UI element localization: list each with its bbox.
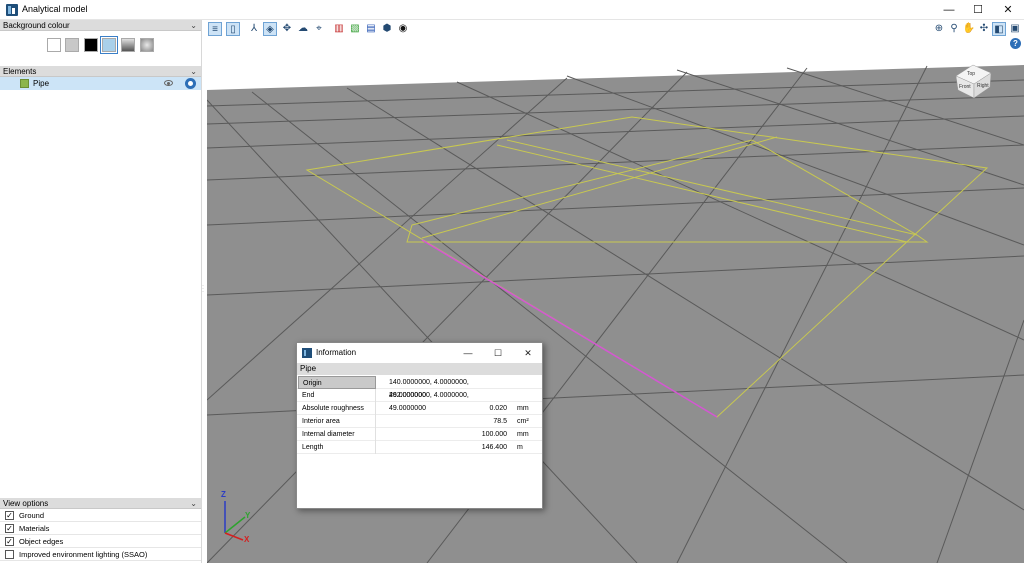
property-name: Origin bbox=[298, 376, 376, 389]
rotate-icon[interactable]: ✣ bbox=[977, 22, 991, 36]
view-option-materials[interactable]: ✓ Materials bbox=[0, 522, 201, 535]
property-value: 146.400 bbox=[481, 444, 507, 451]
property-value: 78.5 bbox=[493, 418, 507, 425]
eye-cloud-icon[interactable]: ☁ bbox=[296, 22, 310, 36]
viewport-toolbar-right: ⊕ ⚲ ✋ ✣ ◧ ▣ bbox=[932, 22, 1024, 38]
property-value: 100.000 bbox=[481, 431, 507, 438]
box-icon[interactable]: ⬢ bbox=[380, 22, 394, 36]
dialog-title: Information bbox=[316, 348, 357, 357]
view-icon[interactable]: ◧ bbox=[992, 22, 1006, 36]
swatch-light-gray[interactable] bbox=[65, 38, 79, 52]
materials-checkbox[interactable]: ✓ bbox=[5, 524, 14, 533]
viewport-toolbar-left: ≡ ▯ ⅄ ◈ ✥ ☁ ⌖ ▥ ▧ ▤ ⬢ ◉ bbox=[207, 22, 417, 38]
swatch-black[interactable] bbox=[84, 38, 98, 52]
elements-label: Elements bbox=[3, 67, 37, 76]
option-label: Improved environment lighting (SSAO) bbox=[19, 550, 148, 559]
chevron-down-icon[interactable]: ⌄ bbox=[190, 66, 197, 77]
property-row-length[interactable]: Length 146.400 m bbox=[297, 441, 542, 454]
property-row-interior-area[interactable]: Interior area 78.5 cm² bbox=[297, 415, 542, 428]
viewcube-front-label: Front bbox=[959, 84, 971, 90]
zoom-icon[interactable]: ⚲ bbox=[947, 22, 961, 36]
swatch-radial-gradient[interactable] bbox=[140, 38, 154, 52]
maximize-button[interactable]: ☐ bbox=[964, 0, 992, 20]
visibility-icon[interactable]: ◉ bbox=[396, 22, 410, 36]
viewcube-right-label: Right bbox=[977, 83, 989, 89]
z-axis-label: Z bbox=[221, 490, 226, 499]
pan-icon[interactable]: ✋ bbox=[962, 22, 976, 36]
title-bar: Analytical model — ☐ ✕ bbox=[0, 0, 1024, 20]
axes-icon[interactable]: ⅄ bbox=[247, 22, 261, 36]
help-icon[interactable]: ? bbox=[1010, 38, 1021, 49]
move-icon[interactable]: ✥ bbox=[280, 22, 294, 36]
page-icon[interactable]: ▯ bbox=[226, 22, 240, 36]
layers-icon[interactable]: ≡ bbox=[208, 22, 222, 36]
property-row-internal-diameter[interactable]: Internal diameter 100.000 mm bbox=[297, 428, 542, 441]
element-label: Pipe bbox=[33, 79, 50, 88]
viewcube-top-label: Top bbox=[967, 71, 975, 77]
section-blue-icon[interactable]: ▤ bbox=[364, 22, 378, 36]
view-options-header[interactable]: View options ⌄ bbox=[0, 498, 201, 509]
property-name: Internal diameter bbox=[298, 428, 376, 441]
dialog-title-bar[interactable]: Information — ☐ ✕ bbox=[297, 343, 542, 363]
property-name: Length bbox=[298, 441, 376, 454]
property-value: 0.020 bbox=[489, 405, 507, 412]
ssao-checkbox[interactable] bbox=[5, 550, 14, 559]
swatch-white[interactable] bbox=[47, 38, 61, 52]
view-options-label: View options bbox=[3, 499, 49, 508]
dialog-minimize-button[interactable]: — bbox=[457, 345, 479, 361]
y-axis-label: Y bbox=[245, 511, 251, 520]
swatch-light-blue[interactable] bbox=[100, 36, 118, 54]
app-icon bbox=[302, 348, 312, 358]
section-green-icon[interactable]: ▧ bbox=[348, 22, 362, 36]
view-option-object-edges[interactable]: ✓ Object edges bbox=[0, 535, 201, 548]
background-colour-header[interactable]: Background colour ⌄ bbox=[0, 20, 201, 31]
eye-icon[interactable] bbox=[164, 80, 173, 86]
gear-icon[interactable] bbox=[185, 78, 196, 89]
dialog-close-button[interactable]: ✕ bbox=[517, 345, 539, 361]
view-option-ssao[interactable]: Improved environment lighting (SSAO) bbox=[0, 548, 201, 561]
dialog-maximize-button[interactable]: ☐ bbox=[487, 345, 509, 361]
option-label: Object edges bbox=[19, 537, 64, 546]
object-edges-checkbox[interactable]: ✓ bbox=[5, 537, 14, 546]
chevron-down-icon[interactable]: ⌄ bbox=[190, 20, 197, 31]
section-red-icon[interactable]: ▥ bbox=[332, 22, 346, 36]
property-row-end[interactable]: End 262.0000000, 4.0000000, 49.0000000 bbox=[297, 389, 542, 412]
app-icon bbox=[6, 4, 18, 16]
property-unit: m bbox=[517, 444, 523, 451]
option-label: Materials bbox=[19, 524, 50, 533]
element-color-chip bbox=[20, 79, 29, 88]
option-label: Ground bbox=[19, 511, 45, 520]
elements-header[interactable]: Elements ⌄ bbox=[0, 66, 201, 77]
property-unit: mm bbox=[517, 405, 529, 412]
property-unit: mm bbox=[517, 431, 529, 438]
background-colour-label: Background colour bbox=[3, 21, 70, 30]
property-name: Interior area bbox=[298, 415, 376, 428]
zoom-extents-icon[interactable]: ⊕ bbox=[932, 22, 946, 36]
property-value: 140.0000000, 4.0000000, 49.0000000 bbox=[389, 379, 469, 399]
property-unit: cm² bbox=[517, 418, 529, 425]
chevron-down-icon[interactable]: ⌄ bbox=[190, 498, 197, 509]
shield-icon[interactable]: ◈ bbox=[263, 22, 277, 36]
left-panel: Background colour ⌄ Elements ⌄ Pipe ....… bbox=[0, 20, 202, 563]
swatch-gray-gradient[interactable] bbox=[121, 38, 135, 52]
close-button[interactable]: ✕ bbox=[994, 0, 1022, 20]
property-name: Absolute roughness bbox=[298, 402, 376, 415]
property-value: 262.0000000, 4.0000000, 49.0000000 bbox=[389, 392, 469, 412]
x-axis-label: X bbox=[244, 535, 250, 544]
minimize-button[interactable]: — bbox=[935, 0, 963, 20]
orbit-icon[interactable]: ⌖ bbox=[312, 22, 326, 36]
window-title: Analytical model bbox=[22, 4, 88, 14]
property-group-header: Pipe bbox=[297, 363, 542, 375]
property-row-origin[interactable]: Origin 140.0000000, 4.0000000, 49.000000… bbox=[297, 376, 542, 399]
information-dialog: Information — ☐ ✕ Pipe Origin 140.000000… bbox=[296, 342, 543, 509]
property-row-absolute-roughness[interactable]: Absolute roughness 0.020 mm bbox=[297, 402, 542, 415]
element-item-pipe[interactable]: Pipe bbox=[0, 77, 201, 90]
vertical-splitter-handle[interactable]: · · · bbox=[202, 283, 206, 297]
help-book-icon[interactable]: ▣ bbox=[1008, 22, 1022, 36]
ground-checkbox[interactable]: ✓ bbox=[5, 511, 14, 520]
view-option-ground[interactable]: ✓ Ground bbox=[0, 509, 201, 522]
property-name: End bbox=[298, 389, 376, 402]
